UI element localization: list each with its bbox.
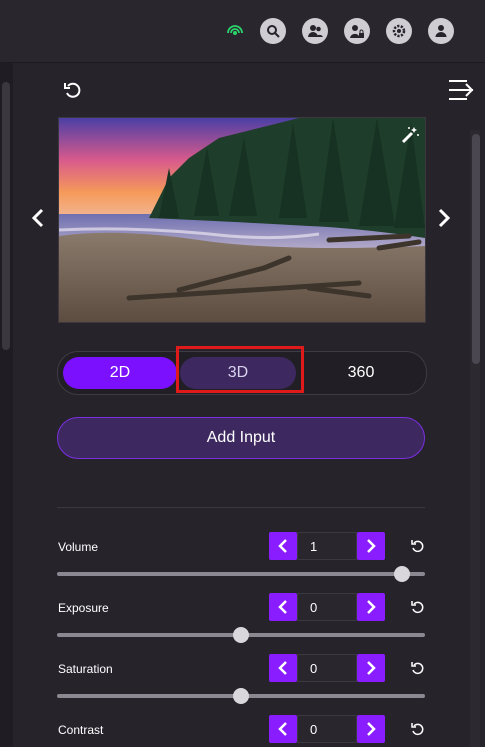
magic-wand-icon[interactable]: [399, 124, 421, 146]
saturation-reset-icon[interactable]: [409, 660, 425, 676]
profile-icon[interactable]: [428, 18, 454, 44]
exposure-label: Exposure: [58, 601, 109, 615]
contrast-reset-icon[interactable]: [409, 721, 425, 737]
collapse-panel-icon[interactable]: [446, 76, 476, 104]
undo-icon[interactable]: [60, 78, 84, 102]
signal-icon[interactable]: [226, 22, 244, 40]
saturation-decrease-button[interactable]: [269, 654, 297, 682]
volume-increase-button[interactable]: [357, 532, 385, 560]
volume-reset-icon[interactable]: [409, 538, 425, 554]
saturation-label: Saturation: [58, 662, 113, 676]
volume-slider-track[interactable]: [57, 572, 425, 576]
preview-image[interactable]: [58, 117, 426, 323]
right-scroll-thumb[interactable]: [472, 134, 480, 364]
volume-value[interactable]: 1: [297, 532, 357, 560]
exposure-value[interactable]: 0: [297, 593, 357, 621]
highlight-box: [176, 346, 304, 393]
contrast-value[interactable]: 0: [297, 715, 357, 743]
add-input-button[interactable]: Add Input: [57, 417, 425, 459]
divider: [57, 507, 425, 508]
contrast-increase-button[interactable]: [357, 715, 385, 743]
contrast-decrease-button[interactable]: [269, 715, 297, 743]
users-icon[interactable]: [302, 18, 328, 44]
saturation-slider-thumb[interactable]: [233, 688, 249, 704]
tab-360[interactable]: 360: [303, 357, 419, 389]
exposure-decrease-button[interactable]: [269, 593, 297, 621]
settings-icon[interactable]: [386, 18, 412, 44]
user-lock-icon[interactable]: [344, 18, 370, 44]
exposure-increase-button[interactable]: [357, 593, 385, 621]
next-arrow-icon[interactable]: [434, 206, 454, 230]
beach-scene: [59, 118, 425, 322]
volume-decrease-button[interactable]: [269, 532, 297, 560]
saturation-increase-button[interactable]: [357, 654, 385, 682]
search-icon[interactable]: [260, 18, 286, 44]
exposure-slider-thumb[interactable]: [233, 627, 249, 643]
exposure-reset-icon[interactable]: [409, 599, 425, 615]
top-toolbar: [0, 0, 485, 63]
left-scroll-thumb[interactable]: [2, 82, 10, 350]
saturation-value[interactable]: 0: [297, 654, 357, 682]
volume-label: Volume: [58, 540, 99, 554]
contrast-label: Contrast: [58, 723, 104, 737]
volume-slider-thumb[interactable]: [394, 566, 410, 582]
tab-2d[interactable]: 2D: [63, 357, 177, 389]
previous-arrow-icon[interactable]: [28, 206, 48, 230]
